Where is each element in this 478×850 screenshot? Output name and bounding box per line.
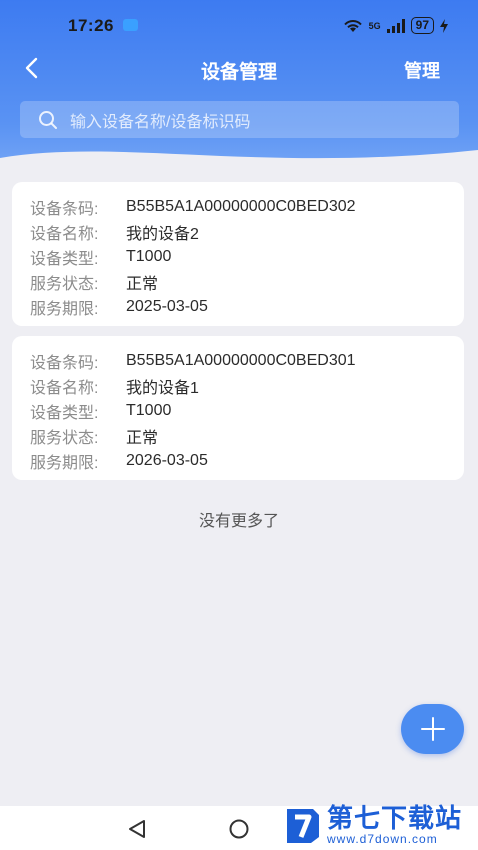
signal-icon <box>386 18 405 33</box>
top-nav: 设备管理 管理 <box>0 48 478 88</box>
type-value: T1000 <box>126 401 172 419</box>
watermark-logo-icon <box>287 809 319 843</box>
name-label: 设备名称: <box>30 379 99 397</box>
watermark-title: 第七下载站 <box>327 803 463 833</box>
device-card[interactable]: 设备条码: B55B5A1A00000000C0BED302 设备名称: 我的设… <box>12 182 464 326</box>
notification-app-icon <box>123 19 138 31</box>
barcode-label: 设备条码: <box>30 200 99 218</box>
status-label: 服务状态: <box>30 275 99 293</box>
barcode-row: 设备条码: B55B5A1A00000000C0BED302 <box>30 194 446 219</box>
status-indicators: 5G 97 <box>343 17 448 34</box>
list-end-text: 没有更多了 <box>198 513 279 530</box>
device-card[interactable]: 设备条码: B55B5A1A00000000C0BED301 设备名称: 我的设… <box>12 336 464 480</box>
name-value: 我的设备2 <box>126 225 199 243</box>
name-label: 设备名称: <box>30 225 99 243</box>
status-time: 17:26 <box>68 16 114 35</box>
barcode-value: B55B5A1A00000000C0BED302 <box>126 197 356 215</box>
type-row: 设备类型: T1000 <box>30 244 446 269</box>
expiry-value: 2026-03-05 <box>126 451 208 469</box>
expiry-row: 服务期限: 2025-03-05 <box>30 294 446 319</box>
name-row: 设备名称: 我的设备2 <box>30 219 446 244</box>
wifi-icon <box>343 19 362 32</box>
watermark: 第七下载站 www.d7down.com <box>283 800 462 850</box>
search-input[interactable]: 输入设备名称/设备标识码 <box>20 101 459 138</box>
expiry-label: 服务期限: <box>30 454 99 472</box>
network-type: 5G <box>368 20 381 31</box>
watermark-text: 第七下载站 www.d7down.com <box>327 804 462 846</box>
type-row: 设备类型: T1000 <box>30 398 446 423</box>
search-icon <box>39 110 57 129</box>
status-row: 服务状态: 正常 <box>30 269 446 294</box>
name-value: 我的设备1 <box>126 379 199 397</box>
barcode-value: B55B5A1A00000000C0BED301 <box>126 351 356 369</box>
status-value: 正常 <box>126 275 159 293</box>
status-bar: 17:26 5G 97 <box>0 8 478 44</box>
search-placeholder: 输入设备名称/设备标识码 <box>70 113 251 131</box>
add-device-button[interactable] <box>401 704 464 754</box>
name-row: 设备名称: 我的设备1 <box>30 373 446 398</box>
barcode-label: 设备条码: <box>30 354 99 372</box>
plus-icon <box>420 717 445 741</box>
status-label: 服务状态: <box>30 429 99 447</box>
battery-indicator: 97 <box>410 17 434 34</box>
type-label: 设备类型: <box>30 250 99 268</box>
expiry-label: 服务期限: <box>30 300 99 318</box>
charging-icon <box>440 18 448 33</box>
status-row: 服务状态: 正常 <box>30 423 446 448</box>
manage-button[interactable]: 管理 <box>404 57 440 83</box>
status-value: 正常 <box>126 429 159 447</box>
type-value: T1000 <box>126 247 172 265</box>
watermark-url: www.d7down.com <box>327 832 438 846</box>
nav-home-icon[interactable] <box>228 818 250 840</box>
type-label: 设备类型: <box>30 404 99 422</box>
expiry-value: 2025-03-05 <box>126 297 208 315</box>
nav-back-icon[interactable] <box>126 818 148 840</box>
barcode-row: 设备条码: B55B5A1A00000000C0BED301 <box>30 348 446 373</box>
expiry-row: 服务期限: 2026-03-05 <box>30 448 446 473</box>
